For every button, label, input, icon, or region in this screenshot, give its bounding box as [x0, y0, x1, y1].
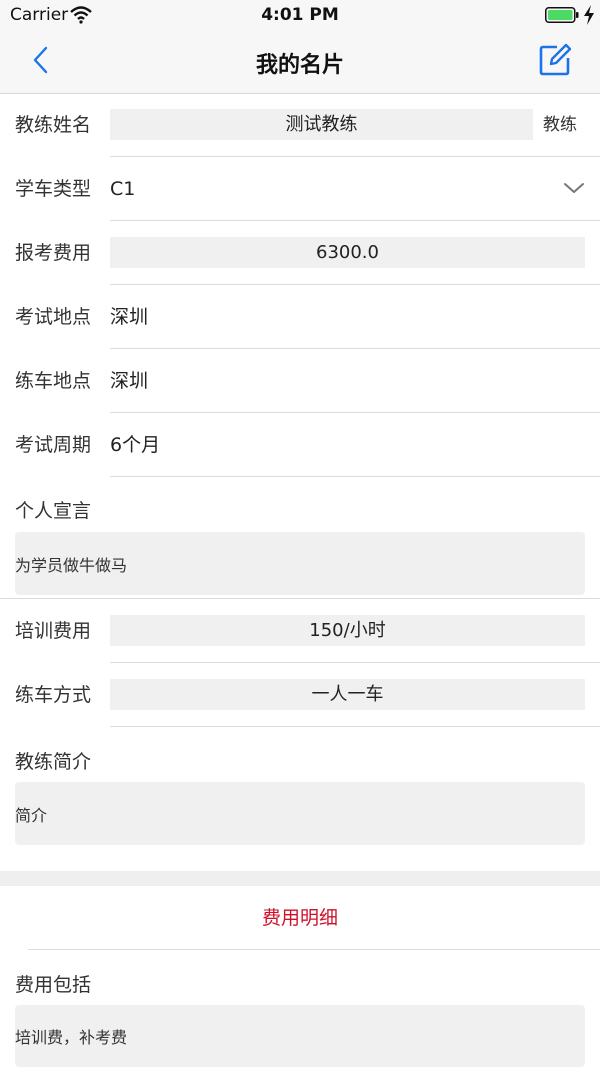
row-training-fee: 培训费用 150/小时 [0, 599, 600, 663]
exam-place-label: 考试地点 [15, 306, 92, 328]
practice-place-label: 练车地点 [15, 370, 92, 392]
divider [28, 949, 600, 950]
motto-textarea[interactable]: 为学员做牛做马 [15, 532, 585, 595]
status-bar: Carrier 4:01 PM [0, 0, 600, 30]
training-fee-field[interactable]: 150/小时 [110, 615, 585, 646]
coach-name-suffix: 教练 [543, 115, 577, 135]
practice-mode-label: 练车方式 [15, 684, 92, 706]
nav-bar: 我的名片 [0, 30, 600, 94]
divider [110, 476, 600, 477]
exam-place-field[interactable]: 深圳 [110, 285, 148, 349]
fee-includes-text: 培训费，补考费 [15, 1028, 128, 1047]
motto-label: 个人宣言 [15, 500, 92, 522]
battery-icon [545, 7, 579, 23]
fee-detail-link[interactable]: 费用明细 [0, 886, 600, 950]
exam-fee-label: 报考费用 [15, 242, 92, 264]
fee-includes-label: 费用包括 [15, 974, 92, 996]
divider [110, 726, 600, 727]
car-type-label: 学车类型 [15, 178, 92, 200]
fee-includes-textarea[interactable]: 培训费，补考费 [15, 1005, 585, 1067]
coach-name-label: 教练姓名 [15, 114, 92, 136]
row-practice-place: 练车地点 深圳 [0, 349, 600, 413]
practice-mode-field[interactable]: 一人一车 [110, 679, 585, 710]
motto-text: 为学员做牛做马 [15, 555, 128, 575]
chevron-down-icon[interactable] [563, 181, 585, 195]
row-practice-mode: 练车方式 一人一车 [0, 663, 600, 727]
car-type-select[interactable]: C1 [110, 157, 135, 221]
row-car-type[interactable]: 学车类型 C1 [0, 157, 600, 221]
exam-fee-field[interactable]: 6300.0 [110, 237, 585, 268]
practice-place-field[interactable]: 深圳 [110, 349, 148, 413]
coach-name-field[interactable]: 测试教练 [110, 109, 533, 140]
exam-period-field[interactable]: 6个月 [110, 413, 160, 477]
page-title: 我的名片 [255, 53, 344, 78]
intro-label: 教练简介 [15, 751, 92, 773]
row-exam-fee: 报考费用 6300.0 [0, 221, 600, 285]
clock: 4:01 PM [261, 5, 339, 25]
intro-text: 简介 [15, 805, 48, 825]
row-coach-name: 教练姓名 测试教练 教练 [0, 93, 600, 157]
training-fee-label: 培训费用 [15, 620, 92, 642]
exam-period-label: 考试周期 [15, 434, 92, 456]
charging-bolt-icon [584, 5, 594, 25]
intro-textarea[interactable]: 简介 [15, 782, 585, 845]
section-gap [0, 871, 600, 886]
row-exam-place: 考试地点 深圳 [0, 285, 600, 349]
row-exam-period: 考试周期 6个月 [0, 413, 600, 477]
edit-icon[interactable] [537, 42, 573, 78]
